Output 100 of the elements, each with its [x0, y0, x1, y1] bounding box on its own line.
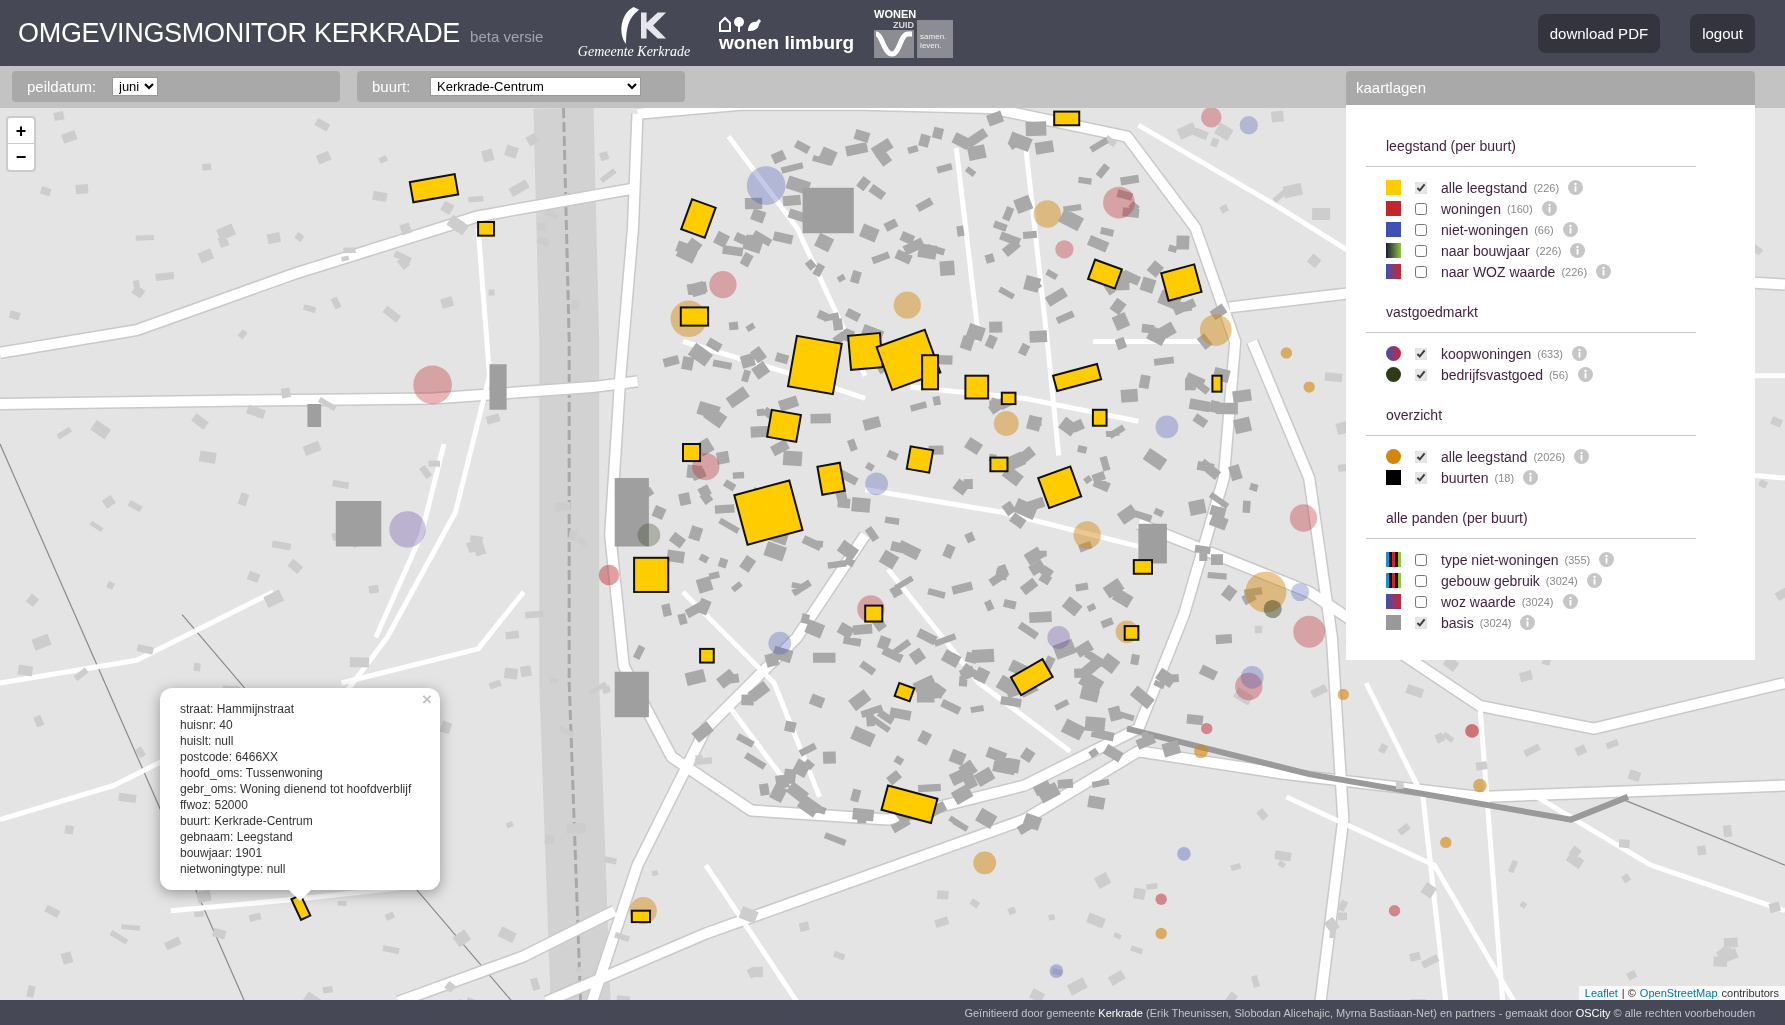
popup-field: straat: Hammijnstraat: [180, 701, 295, 717]
circle-marker[interactable]: [1388, 905, 1401, 917]
layer-checkbox[interactable]: [1415, 202, 1427, 215]
circle-marker[interactable]: [1280, 347, 1293, 359]
footer-text: Geïnitieerd door gemeente Kerkrade (Erik Theunissen, Slobodan Alicehajic, Myrna Bastiaan-Net) en partners - gemaakt door OSCity © alle rechten voorbehouden: [964, 1006, 1755, 1019]
header-button[interactable]: logout: [1690, 13, 1755, 53]
circle-marker[interactable]: [1155, 415, 1179, 439]
circle-marker[interactable]: [973, 851, 997, 875]
circle-marker[interactable]: [1033, 200, 1061, 228]
filter-select[interactable]: Kerkrade-Centrum: [430, 77, 641, 96]
circle-marker[interactable]: [1103, 186, 1135, 219]
circle-marker[interactable]: [692, 453, 720, 481]
building-marker[interactable]: [1053, 110, 1081, 127]
filter-label: buurt:: [372, 78, 412, 95]
building-marker[interactable]: [816, 461, 846, 496]
layer-checkbox[interactable]: [1415, 181, 1427, 194]
building-marker[interactable]: [1211, 374, 1223, 393]
layer-checkbox[interactable]: [1415, 223, 1427, 236]
popup-field: hoofd_oms: Tussenwoning: [180, 765, 323, 781]
circle-marker[interactable]: [1303, 381, 1315, 393]
building-marker[interactable]: [1000, 391, 1017, 406]
layer-label: bedrijfsvastgoed: [1441, 366, 1543, 383]
layer-checkbox[interactable]: [1415, 471, 1427, 484]
building-marker[interactable]: [864, 604, 884, 623]
section-title: overzicht: [1386, 406, 1443, 425]
layer-checkbox[interactable]: [1415, 574, 1427, 587]
building-marker[interactable]: [893, 681, 916, 703]
building-marker[interactable]: [699, 647, 715, 664]
circle-marker[interactable]: [637, 523, 661, 547]
building-marker[interactable]: [905, 445, 935, 474]
attribution-link[interactable]: OpenStreetMap: [1639, 987, 1718, 999]
layer-checkbox[interactable]: [1415, 347, 1427, 360]
circle-marker[interactable]: [1194, 744, 1208, 759]
layer-label: gebouw gebruik: [1441, 572, 1540, 589]
circle-marker[interactable]: [1240, 665, 1264, 689]
building-marker[interactable]: [633, 556, 670, 593]
circle-marker[interactable]: [1245, 571, 1287, 613]
layer-count: (3024): [1479, 616, 1512, 629]
circle-marker[interactable]: [1155, 893, 1167, 905]
filter-label: peildatum:: [27, 78, 98, 95]
layer-checkbox[interactable]: [1415, 595, 1427, 608]
circle-marker[interactable]: [1199, 314, 1232, 347]
circle-marker[interactable]: [413, 365, 452, 405]
layer-checkbox[interactable]: [1415, 244, 1427, 257]
building-marker[interactable]: [630, 909, 651, 924]
header-button[interactable]: download PDF: [1537, 13, 1661, 53]
circle-marker[interactable]: [1177, 846, 1191, 861]
circle-marker[interactable]: [1073, 521, 1101, 549]
layer-checkbox[interactable]: [1415, 616, 1427, 629]
building-marker[interactable]: [477, 221, 496, 237]
building-marker[interactable]: [1132, 559, 1153, 575]
layer-checkbox[interactable]: [1415, 265, 1427, 278]
circle-marker[interactable]: [1047, 626, 1071, 649]
building-marker[interactable]: [1091, 408, 1108, 427]
filter-select[interactable]: juni: [112, 77, 158, 96]
circle-marker[interactable]: [865, 472, 888, 496]
circle-marker[interactable]: [1049, 964, 1064, 978]
layer-label: type niet-woningen: [1441, 551, 1559, 568]
circle-marker[interactable]: [1155, 927, 1167, 940]
layer-count: (160): [1506, 202, 1533, 215]
circle-marker[interactable]: [993, 411, 1019, 436]
building-marker[interactable]: [1123, 625, 1140, 641]
circle-marker[interactable]: [1289, 504, 1318, 532]
circle-marker[interactable]: [1440, 836, 1452, 849]
circle-marker[interactable]: [1337, 688, 1349, 701]
circle-marker[interactable]: [1239, 116, 1258, 135]
building-marker[interactable]: [847, 331, 884, 371]
circle-marker[interactable]: [598, 564, 620, 586]
attribution-link[interactable]: Leaflet: [1584, 987, 1618, 999]
circle-marker[interactable]: [1473, 778, 1487, 793]
circle-marker[interactable]: [1291, 582, 1310, 602]
circle-marker[interactable]: [709, 270, 737, 299]
building-marker[interactable]: [786, 334, 843, 396]
circle-marker[interactable]: [1201, 722, 1213, 735]
circle-marker[interactable]: [1293, 615, 1326, 648]
building-marker[interactable]: [921, 354, 940, 391]
building-marker[interactable]: [1159, 263, 1203, 302]
circle-marker[interactable]: [1465, 724, 1479, 738]
layer-count: (226): [1561, 265, 1588, 278]
popup-field: postcode: 6466XX: [180, 749, 279, 765]
circle-marker[interactable]: [746, 166, 786, 205]
layer-checkbox[interactable]: [1415, 368, 1427, 381]
building-marker[interactable]: [880, 784, 939, 825]
building-marker[interactable]: [682, 443, 702, 463]
building-marker[interactable]: [989, 456, 1009, 473]
section-title: leegstand (per buurt): [1386, 137, 1516, 156]
circle-marker[interactable]: [768, 631, 792, 655]
popup-field: gebr_oms: Woning dienend tot hoofdverblijf: [180, 781, 412, 797]
layer-checkbox[interactable]: [1415, 450, 1427, 463]
building-marker[interactable]: [765, 408, 803, 443]
circle-marker[interactable]: [1263, 599, 1282, 619]
building-marker[interactable]: [679, 306, 710, 327]
circle-marker[interactable]: [893, 291, 921, 319]
circle-marker[interactable]: [389, 511, 426, 548]
layer-count: (226): [1533, 181, 1560, 194]
building-marker[interactable]: [408, 173, 460, 204]
layer-checkbox[interactable]: [1415, 553, 1427, 566]
building-marker[interactable]: [964, 374, 990, 400]
circle-marker[interactable]: [1055, 240, 1074, 259]
house-tree-bird-icon: [719, 16, 763, 32]
